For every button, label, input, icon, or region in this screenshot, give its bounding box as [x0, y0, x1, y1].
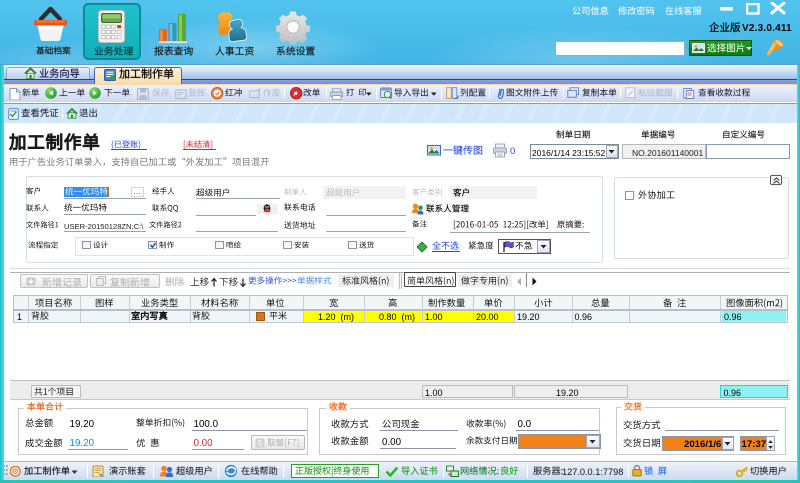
svg-text:S: S [257, 439, 262, 448]
